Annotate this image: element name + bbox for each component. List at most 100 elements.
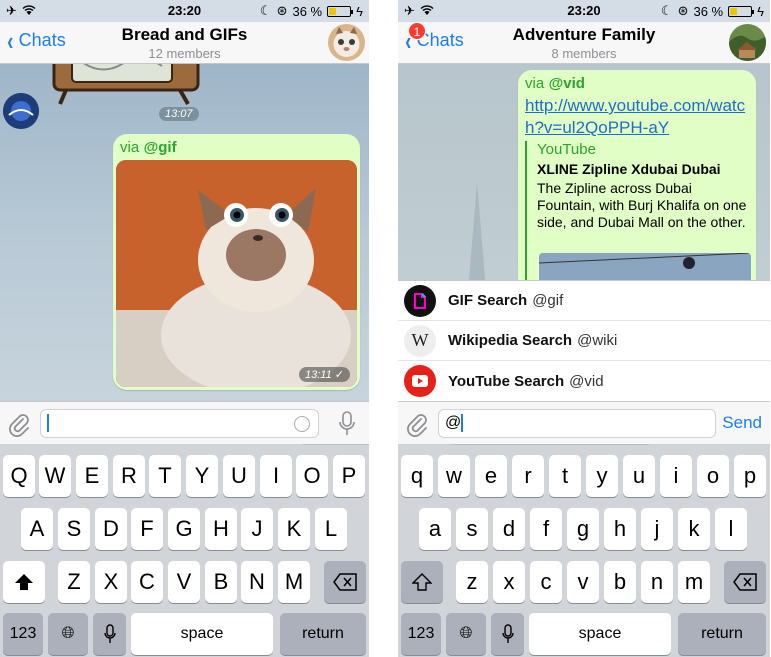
key-s[interactable]: s <box>456 508 488 550</box>
numbers-key[interactable]: 123 <box>401 613 441 655</box>
globe-key[interactable]: 🌐︎ <box>446 613 486 655</box>
key-y[interactable]: Y <box>186 455 218 497</box>
via-bot-username[interactable]: @gif <box>144 139 177 156</box>
key-x[interactable]: x <box>493 561 525 603</box>
suggestion-wikipedia-search[interactable]: W Wikipedia Search @wiki <box>398 321 770 361</box>
key-k[interactable]: K <box>278 508 310 550</box>
key-c[interactable]: c <box>530 561 562 603</box>
charging-icon: ϟ <box>356 3 363 19</box>
suggestion-gif-search[interactable]: GIF Search @gif <box>398 281 770 321</box>
via-bot-username[interactable]: @vid <box>549 75 585 92</box>
battery-percent: 36 % <box>292 3 323 19</box>
key-r[interactable]: r <box>512 455 544 497</box>
key-h[interactable]: h <box>604 508 636 550</box>
key-l[interactable]: L <box>315 508 347 550</box>
attach-icon[interactable] <box>406 411 428 437</box>
key-z[interactable]: z <box>456 561 488 603</box>
key-h[interactable]: H <box>205 508 237 550</box>
backspace-icon <box>333 573 357 591</box>
key-p[interactable]: P <box>333 455 365 497</box>
message-input[interactable] <box>40 409 319 438</box>
key-j[interactable]: J <box>241 508 273 550</box>
key-w[interactable]: w <box>438 455 470 497</box>
chat-title[interactable]: Bread and GIFs 12 members <box>0 25 369 61</box>
key-e[interactable]: e <box>475 455 507 497</box>
key-n[interactable]: n <box>641 561 673 603</box>
key-j[interactable]: j <box>641 508 673 550</box>
charging-icon: ϟ <box>757 3 764 19</box>
key-l[interactable]: l <box>715 508 747 550</box>
key-m[interactable]: m <box>678 561 710 603</box>
key-v[interactable]: v <box>567 561 599 603</box>
key-q[interactable]: q <box>401 455 433 497</box>
shift-key[interactable] <box>401 561 443 603</box>
sticker-icon[interactable] <box>294 416 310 432</box>
chat-title[interactable]: Adventure Family 8 members <box>398 25 770 61</box>
link-message-bubble[interactable]: via @vid http://www.youtube.com/watch?v=… <box>518 70 756 287</box>
globe-key[interactable]: 🌐︎ <box>48 613 88 655</box>
key-x[interactable]: X <box>95 561 127 603</box>
delete-key[interactable] <box>324 561 366 603</box>
message-input[interactable]: @ <box>438 409 716 438</box>
space-key[interactable]: space <box>131 613 273 655</box>
key-c[interactable]: C <box>131 561 163 603</box>
key-d[interactable]: d <box>493 508 525 550</box>
key-v[interactable]: V <box>168 561 200 603</box>
suggestion-username: @gif <box>532 292 564 309</box>
suggestion-youtube-search[interactable]: YouTube Search @vid <box>398 361 770 401</box>
numbers-key[interactable]: 123 <box>3 613 43 655</box>
key-p[interactable]: p <box>734 455 766 497</box>
key-a[interactable]: a <box>419 508 451 550</box>
tv-sticker[interactable] <box>52 64 200 108</box>
key-d[interactable]: D <box>95 508 127 550</box>
key-t[interactable]: t <box>549 455 581 497</box>
key-i[interactable]: i <box>660 455 692 497</box>
key-n[interactable]: N <box>241 561 273 603</box>
key-o[interactable]: o <box>697 455 729 497</box>
return-key[interactable]: return <box>678 613 766 655</box>
gif-message-bubble[interactable]: via @gif 13:11 ✓ <box>113 134 360 390</box>
key-g[interactable]: g <box>567 508 599 550</box>
return-key[interactable]: return <box>280 613 366 655</box>
dictation-key[interactable] <box>93 613 126 655</box>
shift-key[interactable] <box>3 561 45 603</box>
delete-key[interactable] <box>724 561 766 603</box>
key-i[interactable]: I <box>260 455 292 497</box>
key-z[interactable]: Z <box>58 561 90 603</box>
gif-image[interactable] <box>116 160 357 387</box>
space-key[interactable]: space <box>529 613 671 655</box>
key-w[interactable]: W <box>39 455 71 497</box>
key-e[interactable]: E <box>76 455 108 497</box>
sender-avatar[interactable] <box>3 93 39 129</box>
key-f[interactable]: F <box>131 508 163 550</box>
wikipedia-icon: W <box>404 324 436 357</box>
key-r[interactable]: R <box>113 455 145 497</box>
dictation-key[interactable] <box>491 613 524 655</box>
key-a[interactable]: A <box>21 508 53 550</box>
attach-icon[interactable] <box>8 411 30 437</box>
key-f[interactable]: f <box>530 508 562 550</box>
phone-screen-adventure-family: ✈ 23:20 ☾ ⊛ 36 % ϟ 1 ‹ Chats Adventure F… <box>398 0 770 657</box>
key-k[interactable]: k <box>678 508 710 550</box>
key-u[interactable]: u <box>623 455 655 497</box>
preview-site: YouTube <box>537 141 596 158</box>
key-b[interactable]: b <box>604 561 636 603</box>
via-bot-line: via @vid <box>525 75 585 93</box>
microphone-icon[interactable] <box>339 411 355 437</box>
youtube-link[interactable]: http://www.youtube.com/watch?v=ul2QoPPH-… <box>525 95 751 139</box>
group-avatar[interactable] <box>729 24 766 61</box>
key-o[interactable]: O <box>296 455 328 497</box>
key-u[interactable]: U <box>223 455 255 497</box>
battery-percent: 36 % <box>693 3 724 19</box>
key-m[interactable]: M <box>278 561 310 603</box>
send-button[interactable]: Send <box>722 413 762 433</box>
group-avatar[interactable] <box>328 24 365 61</box>
link-preview[interactable]: YouTube XLINE Zipline Xdubai Dubai The Z… <box>525 141 751 287</box>
key-b[interactable]: B <box>205 561 237 603</box>
key-y[interactable]: y <box>586 455 618 497</box>
key-g[interactable]: G <box>168 508 200 550</box>
key-t[interactable]: T <box>149 455 181 497</box>
key-s[interactable]: S <box>58 508 90 550</box>
key-q[interactable]: Q <box>3 455 35 497</box>
suggestion-name: YouTube Search <box>448 372 565 390</box>
